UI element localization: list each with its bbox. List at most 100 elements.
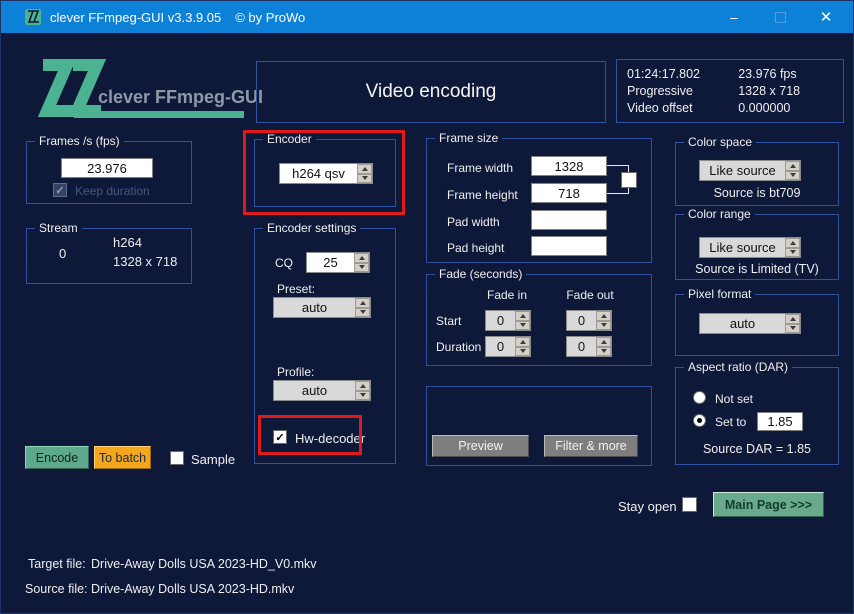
page-title: Video encoding [366, 81, 497, 103]
color-space-spinner-arrows[interactable] [785, 161, 800, 180]
maximize-button[interactable] [757, 1, 803, 33]
preset-spinner-arrows[interactable] [355, 298, 370, 317]
target-file-value: Drive-Away Dolls USA 2023-HD_V0.mkv [91, 557, 317, 571]
frame-size-title: Frame size [435, 131, 502, 146]
info-timestamp: 01:24:17.802 [627, 66, 738, 83]
dar-input[interactable]: 1.85 [757, 412, 803, 431]
to-batch-button[interactable]: To batch [94, 446, 151, 469]
page-title-box: Video encoding [256, 61, 606, 123]
color-space-title: Color space [684, 135, 756, 150]
encoder-value: h264 qsv [280, 164, 357, 183]
cq-label: CQ [275, 256, 293, 270]
main-page-button[interactable]: Main Page >>> [713, 492, 824, 517]
profile-value: auto [274, 381, 355, 400]
fade-out-header: Fade out [559, 288, 621, 302]
not-set-radio[interactable] [693, 391, 706, 404]
size-link-checkbox[interactable] [621, 172, 637, 188]
fade-duration-label: Duration [436, 340, 481, 354]
fade-spinner-arrows[interactable] [596, 311, 611, 330]
preset-spinner[interactable]: auto [273, 297, 371, 318]
fps-group-title: Frames /s (fps) [35, 134, 124, 149]
fade-duration-in-spinner[interactable]: 0 [485, 336, 531, 357]
encoder-spinner-arrows[interactable] [357, 164, 372, 183]
fade-spinner-arrows[interactable] [515, 311, 530, 330]
aspect-ratio-title: Aspect ratio (DAR) [684, 360, 792, 375]
fade-start-label: Start [436, 314, 461, 328]
cq-spinner-arrows[interactable] [354, 253, 369, 272]
profile-spinner[interactable]: auto [273, 380, 371, 401]
profile-spinner-arrows[interactable] [355, 381, 370, 400]
maximize-icon [775, 12, 786, 23]
radio-dot [697, 418, 702, 423]
color-range-title: Color range [684, 207, 755, 222]
filter-more-button[interactable]: Filter & more [544, 435, 638, 457]
fade-start-in-spinner[interactable]: 0 [485, 310, 531, 331]
fade-start-out-value: 0 [567, 311, 596, 330]
set-to-radio[interactable] [693, 414, 706, 427]
hw-decoder-label: Hw-decoder [295, 431, 365, 446]
spin-up-icon [520, 314, 526, 318]
color-space-spinner[interactable]: Like source [699, 160, 801, 181]
spin-up-icon [362, 167, 368, 171]
spin-down-icon [790, 326, 796, 330]
fade-duration-out-spinner[interactable]: 0 [566, 336, 612, 357]
window-copyright: © by ProWo [235, 10, 305, 25]
frame-height-input[interactable]: 718 [531, 183, 607, 203]
logo-underline [74, 111, 244, 118]
info-video-offset-label: Video offset [627, 100, 738, 117]
pad-width-label: Pad width [447, 215, 500, 229]
spin-up-icon [360, 384, 366, 388]
info-video-offset-value: 0.000000 [738, 100, 833, 117]
color-range-caption: Source is Limited (TV) [675, 262, 839, 276]
pixel-format-spinner[interactable]: auto [699, 313, 801, 334]
fade-group-title: Fade (seconds) [435, 267, 526, 282]
spin-up-icon [359, 256, 365, 260]
preset-label: Preset: [277, 282, 315, 296]
close-button[interactable]: ✕ [803, 1, 849, 33]
encoder-spinner[interactable]: h264 qsv [279, 163, 373, 184]
fps-input[interactable]: 23.976 [61, 158, 153, 178]
spin-down-icon [362, 176, 368, 180]
cq-value: 25 [307, 253, 354, 272]
pixel-format-spinner-arrows[interactable] [785, 314, 800, 333]
hw-decoder-checkbox[interactable]: ✓ [273, 430, 287, 444]
fade-spinner-arrows[interactable] [515, 337, 530, 356]
info-resolution: 1328 x 718 [738, 83, 833, 100]
preview-button[interactable]: Preview [432, 435, 529, 457]
spin-down-icon [359, 265, 365, 269]
pixel-format-title: Pixel format [684, 287, 755, 302]
fade-start-out-spinner[interactable]: 0 [566, 310, 612, 331]
stay-open-checkbox[interactable] [682, 497, 697, 512]
spin-up-icon [790, 241, 796, 245]
info-fps: 23.976 fps [738, 66, 833, 83]
spin-down-icon [520, 323, 526, 327]
sample-checkbox[interactable] [170, 451, 184, 465]
keep-duration-label: Keep duration [75, 184, 150, 198]
spin-up-icon [601, 340, 607, 344]
pad-height-label: Pad height [447, 241, 504, 255]
stay-open-label: Stay open [618, 499, 677, 514]
dar-caption: Source DAR = 1.85 [675, 442, 839, 456]
fade-start-in-value: 0 [486, 311, 515, 330]
app-window: clever FFmpeg-GUI v3.3.9.05 © by ProWo –… [0, 0, 854, 614]
encode-button[interactable]: Encode [25, 446, 89, 469]
preset-value: auto [274, 298, 355, 317]
encoder-group-title: Encoder [263, 132, 316, 147]
color-range-spinner-arrows[interactable] [785, 238, 800, 257]
spin-down-icon [601, 349, 607, 353]
fade-spinner-arrows[interactable] [596, 337, 611, 356]
cq-spinner[interactable]: 25 [306, 252, 370, 273]
pad-height-input[interactable] [531, 236, 607, 256]
spin-down-icon [360, 393, 366, 397]
minimize-button[interactable]: – [711, 1, 757, 33]
fade-duration-out-value: 0 [567, 337, 596, 356]
source-file-label: Source file: [25, 582, 88, 596]
pad-width-input[interactable] [531, 210, 607, 230]
fade-in-header: Fade in [478, 288, 536, 302]
color-range-spinner[interactable]: Like source [699, 237, 801, 258]
stream-index: 0 [59, 246, 66, 261]
spin-down-icon [601, 323, 607, 327]
frame-width-input[interactable]: 1328 [531, 156, 607, 176]
spin-up-icon [360, 301, 366, 305]
source-file-value: Drive-Away Dolls USA 2023-HD.mkv [91, 582, 294, 596]
